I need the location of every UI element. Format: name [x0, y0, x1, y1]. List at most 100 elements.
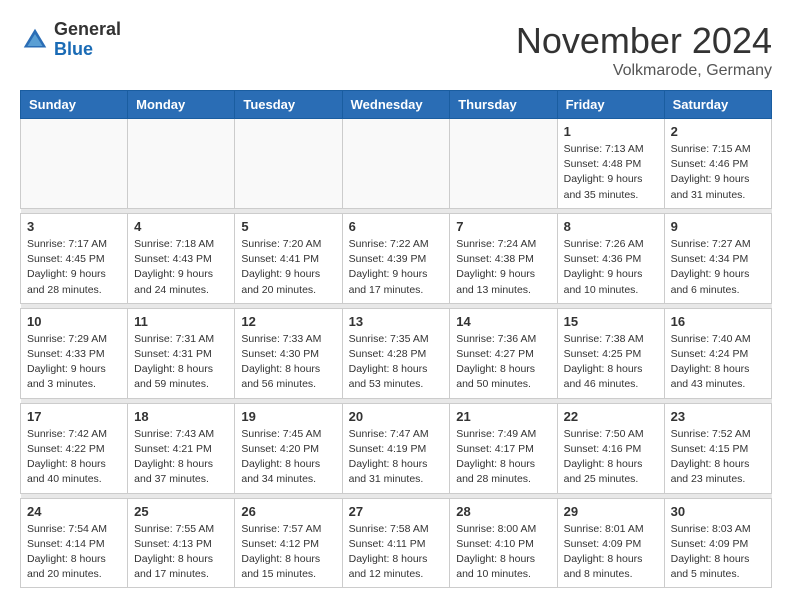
day-number: 21: [456, 409, 550, 424]
day-number: 30: [671, 504, 765, 519]
calendar: SundayMondayTuesdayWednesdayThursdayFrid…: [20, 90, 772, 588]
day-number: 25: [134, 504, 228, 519]
day-number: 15: [564, 314, 658, 329]
calendar-cell: 22 Sunrise: 7:50 AM Sunset: 4:16 PM Dayli…: [557, 403, 664, 493]
calendar-header-row: SundayMondayTuesdayWednesdayThursdayFrid…: [21, 91, 772, 119]
weekday-header-tuesday: Tuesday: [235, 91, 342, 119]
title-block: November 2024 Volkmarode, Germany: [516, 20, 772, 80]
day-number: 19: [241, 409, 335, 424]
calendar-cell: 12 Sunrise: 7:33 AM Sunset: 4:30 PM Dayli…: [235, 308, 342, 398]
day-info: Sunrise: 7:13 AM Sunset: 4:48 PM Dayligh…: [564, 142, 658, 203]
day-number: 14: [456, 314, 550, 329]
calendar-cell: [450, 119, 557, 209]
calendar-cell: 21 Sunrise: 7:49 AM Sunset: 4:17 PM Dayli…: [450, 403, 557, 493]
day-info: Sunrise: 7:40 AM Sunset: 4:24 PM Dayligh…: [671, 332, 765, 393]
day-number: 17: [27, 409, 121, 424]
day-info: Sunrise: 7:36 AM Sunset: 4:27 PM Dayligh…: [456, 332, 550, 393]
day-number: 7: [456, 219, 550, 234]
day-number: 3: [27, 219, 121, 234]
calendar-cell: 26 Sunrise: 7:57 AM Sunset: 4:12 PM Dayli…: [235, 498, 342, 588]
calendar-cell: 29 Sunrise: 8:01 AM Sunset: 4:09 PM Dayli…: [557, 498, 664, 588]
calendar-cell: 8 Sunrise: 7:26 AM Sunset: 4:36 PM Daylig…: [557, 213, 664, 303]
day-info: Sunrise: 7:57 AM Sunset: 4:12 PM Dayligh…: [241, 522, 335, 583]
calendar-cell: 2 Sunrise: 7:15 AM Sunset: 4:46 PM Daylig…: [664, 119, 771, 209]
day-number: 24: [27, 504, 121, 519]
day-number: 20: [349, 409, 444, 424]
day-number: 11: [134, 314, 228, 329]
day-info: Sunrise: 7:35 AM Sunset: 4:28 PM Dayligh…: [349, 332, 444, 393]
day-info: Sunrise: 7:43 AM Sunset: 4:21 PM Dayligh…: [134, 427, 228, 488]
day-number: 18: [134, 409, 228, 424]
day-info: Sunrise: 7:50 AM Sunset: 4:16 PM Dayligh…: [564, 427, 658, 488]
calendar-cell: 30 Sunrise: 8:03 AM Sunset: 4:09 PM Dayli…: [664, 498, 771, 588]
day-info: Sunrise: 7:49 AM Sunset: 4:17 PM Dayligh…: [456, 427, 550, 488]
logo-general: General: [54, 19, 121, 39]
day-info: Sunrise: 7:31 AM Sunset: 4:31 PM Dayligh…: [134, 332, 228, 393]
calendar-cell: 6 Sunrise: 7:22 AM Sunset: 4:39 PM Daylig…: [342, 213, 450, 303]
calendar-cell: 14 Sunrise: 7:36 AM Sunset: 4:27 PM Dayli…: [450, 308, 557, 398]
calendar-cell: 7 Sunrise: 7:24 AM Sunset: 4:38 PM Daylig…: [450, 213, 557, 303]
day-info: Sunrise: 7:18 AM Sunset: 4:43 PM Dayligh…: [134, 237, 228, 298]
calendar-week-5: 24 Sunrise: 7:54 AM Sunset: 4:14 PM Dayli…: [21, 498, 772, 588]
day-number: 10: [27, 314, 121, 329]
day-info: Sunrise: 8:00 AM Sunset: 4:10 PM Dayligh…: [456, 522, 550, 583]
day-number: 29: [564, 504, 658, 519]
calendar-cell: 20Sunrise: 7:47 AM Sunset: 4:19 PM Dayli…: [342, 403, 450, 493]
day-info: Sunrise: 7:24 AM Sunset: 4:38 PM Dayligh…: [456, 237, 550, 298]
day-number: 26: [241, 504, 335, 519]
page-header: General Blue November 2024 Volkmarode, G…: [20, 20, 772, 80]
calendar-cell: 5 Sunrise: 7:20 AM Sunset: 4:41 PM Daylig…: [235, 213, 342, 303]
day-number: 5: [241, 219, 335, 234]
calendar-cell: 24 Sunrise: 7:54 AM Sunset: 4:14 PM Dayli…: [21, 498, 128, 588]
calendar-cell: 10 Sunrise: 7:29 AM Sunset: 4:33 PM Dayli…: [21, 308, 128, 398]
day-info: Sunrise: 7:38 AM Sunset: 4:25 PM Dayligh…: [564, 332, 658, 393]
logo-blue: Blue: [54, 39, 93, 59]
day-number: 6: [349, 219, 444, 234]
weekday-header-friday: Friday: [557, 91, 664, 119]
day-info: Sunrise: 7:55 AM Sunset: 4:13 PM Dayligh…: [134, 522, 228, 583]
calendar-cell: 9 Sunrise: 7:27 AM Sunset: 4:34 PM Daylig…: [664, 213, 771, 303]
day-number: 16: [671, 314, 765, 329]
day-info: Sunrise: 7:27 AM Sunset: 4:34 PM Dayligh…: [671, 237, 765, 298]
calendar-cell: 27Sunrise: 7:58 AM Sunset: 4:11 PM Dayli…: [342, 498, 450, 588]
day-info: Sunrise: 7:20 AM Sunset: 4:41 PM Dayligh…: [241, 237, 335, 298]
logo: General Blue: [20, 20, 121, 60]
day-number: 2: [671, 124, 765, 139]
calendar-cell: [128, 119, 235, 209]
calendar-week-3: 10 Sunrise: 7:29 AM Sunset: 4:33 PM Dayli…: [21, 308, 772, 398]
day-info: Sunrise: 7:22 AM Sunset: 4:39 PM Dayligh…: [349, 237, 444, 298]
day-number: 28: [456, 504, 550, 519]
day-info: Sunrise: 7:33 AM Sunset: 4:30 PM Dayligh…: [241, 332, 335, 393]
calendar-week-1: 1Sunrise: 7:13 AM Sunset: 4:48 PM Daylig…: [21, 119, 772, 209]
day-number: 9: [671, 219, 765, 234]
day-number: 22: [564, 409, 658, 424]
day-number: 13: [349, 314, 444, 329]
weekday-header-thursday: Thursday: [450, 91, 557, 119]
day-info: Sunrise: 7:29 AM Sunset: 4:33 PM Dayligh…: [27, 332, 121, 393]
calendar-cell: [21, 119, 128, 209]
day-info: Sunrise: 7:15 AM Sunset: 4:46 PM Dayligh…: [671, 142, 765, 203]
day-info: Sunrise: 8:01 AM Sunset: 4:09 PM Dayligh…: [564, 522, 658, 583]
weekday-header-wednesday: Wednesday: [342, 91, 450, 119]
calendar-cell: 28 Sunrise: 8:00 AM Sunset: 4:10 PM Dayli…: [450, 498, 557, 588]
calendar-week-2: 3 Sunrise: 7:17 AM Sunset: 4:45 PM Daylig…: [21, 213, 772, 303]
weekday-header-sunday: Sunday: [21, 91, 128, 119]
day-info: Sunrise: 7:52 AM Sunset: 4:15 PM Dayligh…: [671, 427, 765, 488]
weekday-header-saturday: Saturday: [664, 91, 771, 119]
calendar-cell: 23Sunrise: 7:52 AM Sunset: 4:15 PM Dayli…: [664, 403, 771, 493]
calendar-cell: [342, 119, 450, 209]
month-title: November 2024: [516, 20, 772, 62]
day-info: Sunrise: 7:26 AM Sunset: 4:36 PM Dayligh…: [564, 237, 658, 298]
day-info: Sunrise: 8:03 AM Sunset: 4:09 PM Dayligh…: [671, 522, 765, 583]
day-number: 27: [349, 504, 444, 519]
day-info: Sunrise: 7:54 AM Sunset: 4:14 PM Dayligh…: [27, 522, 121, 583]
day-info: Sunrise: 7:42 AM Sunset: 4:22 PM Dayligh…: [27, 427, 121, 488]
calendar-cell: 4Sunrise: 7:18 AM Sunset: 4:43 PM Daylig…: [128, 213, 235, 303]
day-info: Sunrise: 7:17 AM Sunset: 4:45 PM Dayligh…: [27, 237, 121, 298]
calendar-cell: 11 Sunrise: 7:31 AM Sunset: 4:31 PM Dayli…: [128, 308, 235, 398]
day-info: Sunrise: 7:45 AM Sunset: 4:20 PM Dayligh…: [241, 427, 335, 488]
day-number: 8: [564, 219, 658, 234]
day-number: 12: [241, 314, 335, 329]
calendar-cell: 13 Sunrise: 7:35 AM Sunset: 4:28 PM Dayli…: [342, 308, 450, 398]
calendar-week-4: 17 Sunrise: 7:42 AM Sunset: 4:22 PM Dayli…: [21, 403, 772, 493]
